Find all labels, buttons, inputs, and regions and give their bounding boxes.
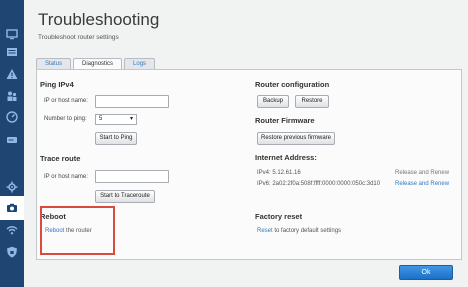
backup-button[interactable]: Backup bbox=[257, 95, 289, 108]
sidebar-item-troubleshooting[interactable] bbox=[0, 196, 24, 220]
trace-host-label: IP or host name: bbox=[44, 174, 88, 180]
start-traceroute-button[interactable]: Start to Traceroute bbox=[95, 190, 155, 203]
people-icon bbox=[7, 91, 17, 101]
chevron-down-icon: ▾ bbox=[129, 116, 133, 122]
diagnostics-content: Ping IPv4 IP or host name: Number to pin… bbox=[36, 69, 462, 260]
monitor-icon bbox=[6, 29, 18, 40]
ping-heading: Ping IPv4 bbox=[40, 80, 74, 89]
start-ping-button[interactable]: Start to Ping bbox=[95, 132, 137, 145]
sidebar-item-security[interactable] bbox=[0, 240, 24, 264]
factory-reset-row: Reset to factory default settings bbox=[257, 228, 342, 234]
ipv4-release-renew: Release and Renew bbox=[395, 170, 450, 176]
firmware-heading: Router Firmware bbox=[255, 116, 315, 125]
device-list-icon bbox=[7, 48, 17, 56]
sidebar-item-device-list[interactable] bbox=[0, 40, 24, 64]
trace-host-input[interactable] bbox=[95, 170, 169, 183]
ping-count-select[interactable]: 5 ▾ bbox=[95, 114, 137, 125]
restore-firmware-button[interactable]: Restore previous firmware bbox=[257, 132, 335, 145]
ping-count-label: Number to ping: bbox=[44, 116, 87, 122]
security-shield-icon bbox=[7, 246, 17, 258]
router-config-heading: Router configuration bbox=[255, 80, 330, 89]
factory-reset-link[interactable]: Reset bbox=[257, 228, 273, 234]
warning-icon bbox=[6, 69, 18, 79]
trace-heading: Trace route bbox=[40, 154, 81, 163]
page-subtitle: Troubleshoot router settings bbox=[38, 34, 119, 41]
sidebar-item-storage[interactable] bbox=[0, 128, 24, 152]
ping-host-input[interactable] bbox=[95, 95, 169, 108]
page-title: Troubleshooting bbox=[38, 10, 160, 29]
reboot-highlight-box bbox=[40, 206, 115, 255]
sidebar-item-wireless[interactable] bbox=[0, 218, 24, 242]
speed-icon bbox=[6, 111, 18, 123]
ipv6-address: IPv6: 2a02:2f0a:508f:ffff:0000:0000:050c… bbox=[257, 181, 381, 187]
external-storage-icon bbox=[7, 137, 17, 143]
troubleshooting-panel: Troubleshooting Troubleshoot router sett… bbox=[24, 0, 468, 287]
camera-icon bbox=[7, 203, 17, 212]
factory-reset-heading: Factory reset bbox=[255, 212, 303, 221]
ipv4-address: IPv4: 5.12.61.16 bbox=[257, 170, 301, 176]
wifi-icon bbox=[6, 226, 18, 235]
restore-button[interactable]: Restore bbox=[295, 95, 329, 108]
internet-address-heading: Internet Address: bbox=[255, 153, 317, 162]
footer: Ok bbox=[24, 262, 468, 287]
sidebar bbox=[0, 0, 24, 287]
ok-button[interactable]: Ok bbox=[399, 265, 453, 280]
connectivity-icon bbox=[6, 181, 18, 193]
ping-host-label: IP or host name: bbox=[44, 98, 88, 104]
ipv6-release-renew-link[interactable]: Release and Renew bbox=[395, 181, 449, 187]
ping-count-value: 5 bbox=[99, 116, 103, 122]
sidebar-item-alerts[interactable] bbox=[0, 62, 24, 86]
sidebar-item-speed[interactable] bbox=[0, 105, 24, 129]
